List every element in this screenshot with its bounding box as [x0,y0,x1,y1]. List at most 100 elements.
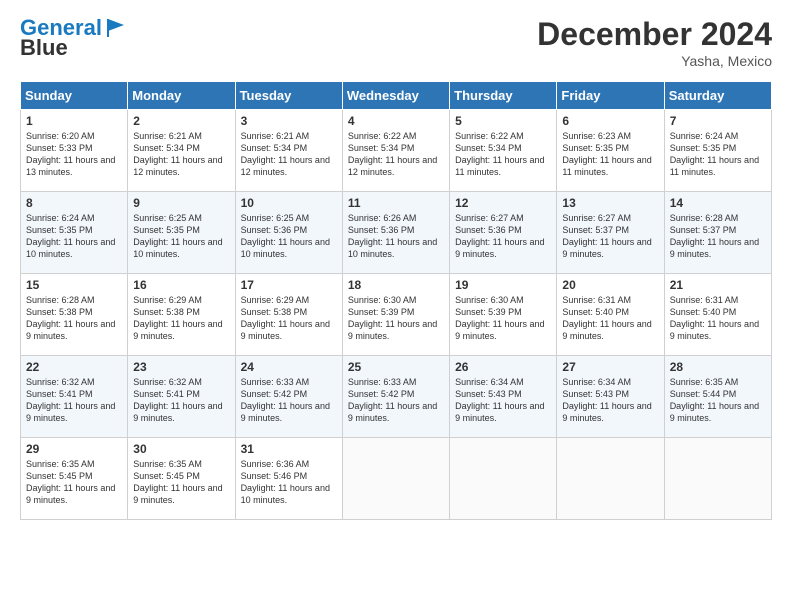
header: General Blue December 2024 Yasha, Mexico [20,16,772,69]
table-row: 1 Sunrise: 6:20 AMSunset: 5:33 PMDayligh… [21,110,128,192]
cell-info: Sunrise: 6:22 AMSunset: 5:34 PMDaylight:… [348,131,437,177]
col-saturday: Saturday [664,82,771,110]
calendar-week-row: 15 Sunrise: 6:28 AMSunset: 5:38 PMDaylig… [21,274,772,356]
title-block: December 2024 Yasha, Mexico [537,16,772,69]
table-row: 11 Sunrise: 6:26 AMSunset: 5:36 PMDaylig… [342,192,449,274]
cell-info: Sunrise: 6:31 AMSunset: 5:40 PMDaylight:… [670,295,759,341]
cell-info: Sunrise: 6:30 AMSunset: 5:39 PMDaylight:… [348,295,437,341]
table-row: 6 Sunrise: 6:23 AMSunset: 5:35 PMDayligh… [557,110,664,192]
table-row: 5 Sunrise: 6:22 AMSunset: 5:34 PMDayligh… [450,110,557,192]
table-row: 27 Sunrise: 6:34 AMSunset: 5:43 PMDaylig… [557,356,664,438]
table-row: 22 Sunrise: 6:32 AMSunset: 5:41 PMDaylig… [21,356,128,438]
day-number: 6 [562,114,658,128]
day-number: 31 [241,442,337,456]
cell-info: Sunrise: 6:30 AMSunset: 5:39 PMDaylight:… [455,295,544,341]
table-row [342,438,449,520]
table-row: 7 Sunrise: 6:24 AMSunset: 5:35 PMDayligh… [664,110,771,192]
logo: General Blue [20,16,126,60]
day-number: 19 [455,278,551,292]
table-row: 4 Sunrise: 6:22 AMSunset: 5:34 PMDayligh… [342,110,449,192]
table-row: 21 Sunrise: 6:31 AMSunset: 5:40 PMDaylig… [664,274,771,356]
cell-info: Sunrise: 6:23 AMSunset: 5:35 PMDaylight:… [562,131,651,177]
cell-info: Sunrise: 6:28 AMSunset: 5:38 PMDaylight:… [26,295,115,341]
day-number: 30 [133,442,229,456]
cell-info: Sunrise: 6:24 AMSunset: 5:35 PMDaylight:… [670,131,759,177]
calendar-week-row: 1 Sunrise: 6:20 AMSunset: 5:33 PMDayligh… [21,110,772,192]
cell-info: Sunrise: 6:29 AMSunset: 5:38 PMDaylight:… [241,295,330,341]
cell-info: Sunrise: 6:35 AMSunset: 5:45 PMDaylight:… [133,459,222,505]
day-number: 1 [26,114,122,128]
table-row: 29 Sunrise: 6:35 AMSunset: 5:45 PMDaylig… [21,438,128,520]
day-number: 16 [133,278,229,292]
cell-info: Sunrise: 6:35 AMSunset: 5:44 PMDaylight:… [670,377,759,423]
table-row: 14 Sunrise: 6:28 AMSunset: 5:37 PMDaylig… [664,192,771,274]
calendar-week-row: 22 Sunrise: 6:32 AMSunset: 5:41 PMDaylig… [21,356,772,438]
table-row: 24 Sunrise: 6:33 AMSunset: 5:42 PMDaylig… [235,356,342,438]
table-row: 8 Sunrise: 6:24 AMSunset: 5:35 PMDayligh… [21,192,128,274]
col-thursday: Thursday [450,82,557,110]
table-row: 12 Sunrise: 6:27 AMSunset: 5:36 PMDaylig… [450,192,557,274]
cell-info: Sunrise: 6:32 AMSunset: 5:41 PMDaylight:… [26,377,115,423]
day-number: 3 [241,114,337,128]
day-number: 17 [241,278,337,292]
day-number: 9 [133,196,229,210]
logo-flag-icon [104,17,126,39]
col-friday: Friday [557,82,664,110]
cell-info: Sunrise: 6:35 AMSunset: 5:45 PMDaylight:… [26,459,115,505]
cell-info: Sunrise: 6:25 AMSunset: 5:36 PMDaylight:… [241,213,330,259]
cell-info: Sunrise: 6:33 AMSunset: 5:42 PMDaylight:… [241,377,330,423]
day-number: 18 [348,278,444,292]
cell-info: Sunrise: 6:29 AMSunset: 5:38 PMDaylight:… [133,295,222,341]
table-row: 15 Sunrise: 6:28 AMSunset: 5:38 PMDaylig… [21,274,128,356]
table-row: 2 Sunrise: 6:21 AMSunset: 5:34 PMDayligh… [128,110,235,192]
day-number: 14 [670,196,766,210]
cell-info: Sunrise: 6:22 AMSunset: 5:34 PMDaylight:… [455,131,544,177]
day-number: 4 [348,114,444,128]
table-row: 31 Sunrise: 6:36 AMSunset: 5:46 PMDaylig… [235,438,342,520]
cell-info: Sunrise: 6:36 AMSunset: 5:46 PMDaylight:… [241,459,330,505]
table-row: 18 Sunrise: 6:30 AMSunset: 5:39 PMDaylig… [342,274,449,356]
table-row: 20 Sunrise: 6:31 AMSunset: 5:40 PMDaylig… [557,274,664,356]
table-row: 16 Sunrise: 6:29 AMSunset: 5:38 PMDaylig… [128,274,235,356]
calendar-week-row: 29 Sunrise: 6:35 AMSunset: 5:45 PMDaylig… [21,438,772,520]
cell-info: Sunrise: 6:34 AMSunset: 5:43 PMDaylight:… [562,377,651,423]
page-container: General Blue December 2024 Yasha, Mexico… [0,0,792,530]
col-sunday: Sunday [21,82,128,110]
cell-info: Sunrise: 6:26 AMSunset: 5:36 PMDaylight:… [348,213,437,259]
day-number: 25 [348,360,444,374]
cell-info: Sunrise: 6:24 AMSunset: 5:35 PMDaylight:… [26,213,115,259]
day-number: 7 [670,114,766,128]
cell-info: Sunrise: 6:28 AMSunset: 5:37 PMDaylight:… [670,213,759,259]
cell-info: Sunrise: 6:21 AMSunset: 5:34 PMDaylight:… [133,131,222,177]
cell-info: Sunrise: 6:20 AMSunset: 5:33 PMDaylight:… [26,131,115,177]
day-number: 23 [133,360,229,374]
calendar-week-row: 8 Sunrise: 6:24 AMSunset: 5:35 PMDayligh… [21,192,772,274]
cell-info: Sunrise: 6:25 AMSunset: 5:35 PMDaylight:… [133,213,222,259]
day-number: 26 [455,360,551,374]
table-row: 10 Sunrise: 6:25 AMSunset: 5:36 PMDaylig… [235,192,342,274]
cell-info: Sunrise: 6:27 AMSunset: 5:37 PMDaylight:… [562,213,651,259]
day-number: 29 [26,442,122,456]
day-number: 2 [133,114,229,128]
cell-info: Sunrise: 6:34 AMSunset: 5:43 PMDaylight:… [455,377,544,423]
day-number: 13 [562,196,658,210]
table-row: 3 Sunrise: 6:21 AMSunset: 5:34 PMDayligh… [235,110,342,192]
cell-info: Sunrise: 6:31 AMSunset: 5:40 PMDaylight:… [562,295,651,341]
day-number: 10 [241,196,337,210]
day-number: 15 [26,278,122,292]
table-row: 26 Sunrise: 6:34 AMSunset: 5:43 PMDaylig… [450,356,557,438]
table-row: 17 Sunrise: 6:29 AMSunset: 5:38 PMDaylig… [235,274,342,356]
header-row: Sunday Monday Tuesday Wednesday Thursday… [21,82,772,110]
table-row [557,438,664,520]
table-row [450,438,557,520]
col-wednesday: Wednesday [342,82,449,110]
day-number: 8 [26,196,122,210]
day-number: 24 [241,360,337,374]
table-row: 28 Sunrise: 6:35 AMSunset: 5:44 PMDaylig… [664,356,771,438]
table-row: 23 Sunrise: 6:32 AMSunset: 5:41 PMDaylig… [128,356,235,438]
day-number: 5 [455,114,551,128]
cell-info: Sunrise: 6:32 AMSunset: 5:41 PMDaylight:… [133,377,222,423]
table-row: 13 Sunrise: 6:27 AMSunset: 5:37 PMDaylig… [557,192,664,274]
day-number: 27 [562,360,658,374]
table-row [664,438,771,520]
